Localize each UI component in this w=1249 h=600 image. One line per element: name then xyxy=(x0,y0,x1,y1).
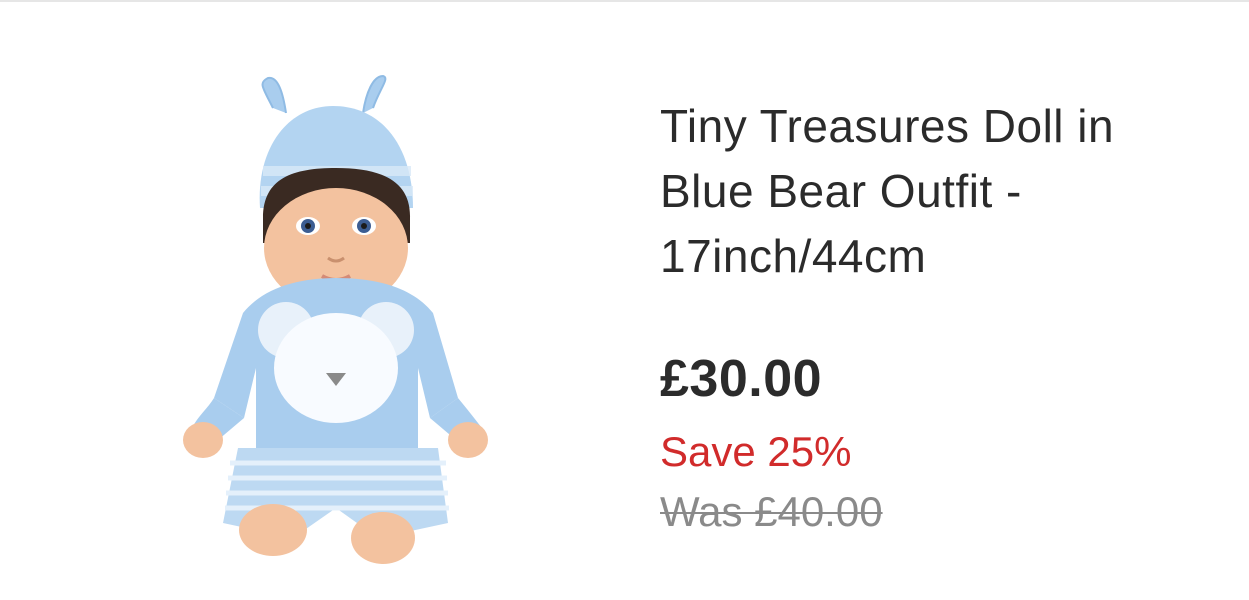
current-price: £30.00 xyxy=(660,350,823,408)
original-price: Was £40.00 xyxy=(660,488,883,535)
product-info: Tiny Treasures Doll in Blue Bear Outfit … xyxy=(660,94,1220,537)
doll-product-image xyxy=(183,74,488,564)
discount-badge: Save 25% xyxy=(660,428,852,475)
product-image[interactable] xyxy=(168,68,588,568)
product-card[interactable]: Tiny Treasures Doll in Blue Bear Outfit … xyxy=(0,2,1249,600)
product-title[interactable]: Tiny Treasures Doll in Blue Bear Outfit … xyxy=(660,94,1130,289)
